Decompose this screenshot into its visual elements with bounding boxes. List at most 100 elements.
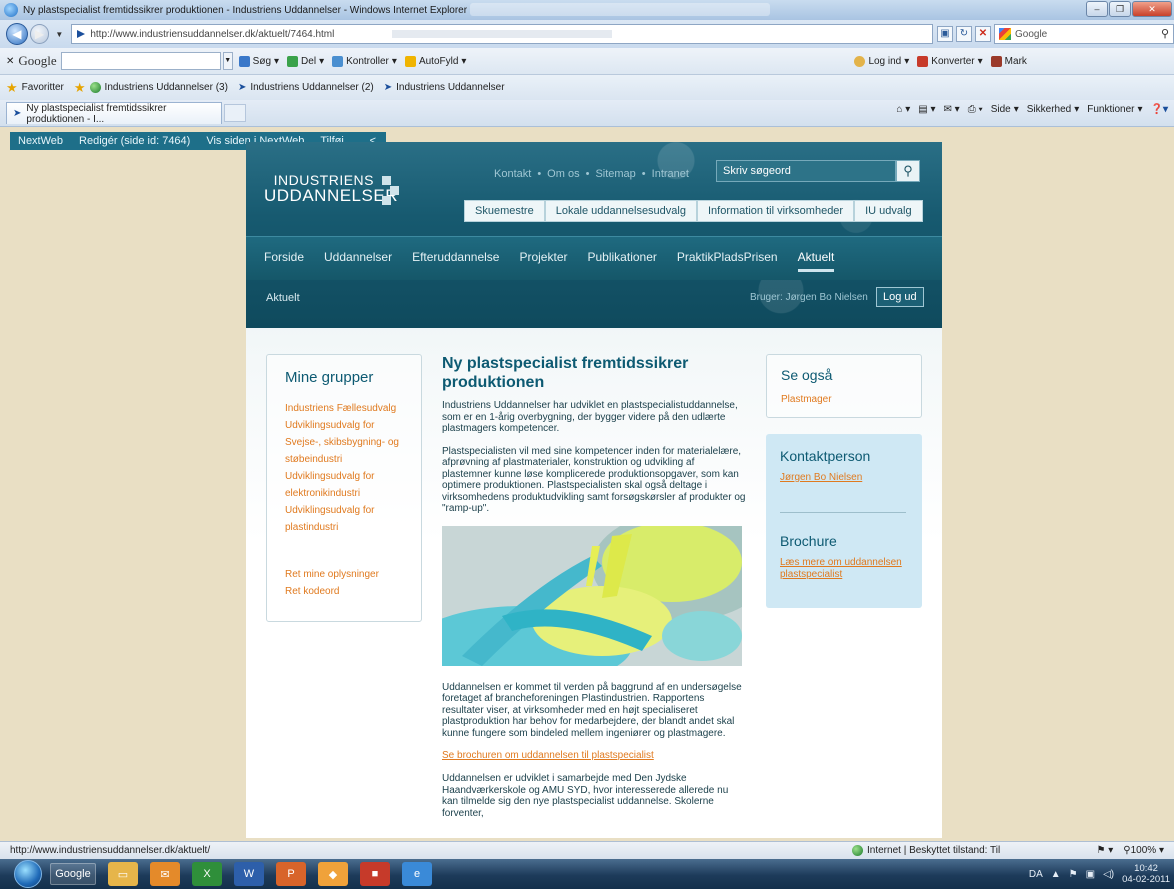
- flag-icon[interactable]: ⚑: [1069, 869, 1078, 880]
- close-toolbar-icon[interactable]: ✕: [6, 56, 14, 67]
- red-app-icon[interactable]: ■: [360, 862, 390, 886]
- nav-efteruddannelse[interactable]: Efteruddannelse: [412, 250, 499, 264]
- home-icon[interactable]: ⌂ ▾: [896, 104, 910, 115]
- group-link[interactable]: plastindustri: [285, 519, 421, 536]
- my-groups-box: Mine grupper Industriens Fællesudvalg Ud…: [266, 354, 422, 622]
- toplink-intranet[interactable]: Intranet: [652, 168, 689, 180]
- internet-explorer-icon[interactable]: e: [402, 862, 432, 886]
- group-link[interactable]: Udviklingsudvalg for: [285, 468, 421, 485]
- site-header: INDUSTRIENS UDDANNELSER Kontakt • Om os • …: [246, 142, 942, 328]
- pill-iu-committee[interactable]: IU udvalg: [854, 200, 923, 222]
- toolbar-item-mark[interactable]: Mark: [990, 55, 1027, 67]
- powerpoint-icon[interactable]: P: [276, 862, 306, 886]
- network-icon[interactable]: ▣: [1086, 869, 1095, 880]
- outlook-icon[interactable]: ✉: [150, 862, 180, 886]
- site-logo[interactable]: INDUSTRIENS UDDANNELSER: [264, 172, 399, 205]
- volume-icon[interactable]: ◁): [1103, 869, 1114, 880]
- pill-skuemestre[interactable]: Skuemestre: [464, 200, 545, 222]
- nav-projekter[interactable]: Projekter: [519, 250, 567, 264]
- show-hidden-icons-icon[interactable]: ▲: [1051, 869, 1061, 880]
- address-bar[interactable]: http://www.industriensuddannelser.dk/akt…: [71, 24, 933, 44]
- forward-button[interactable]: ▶: [29, 24, 50, 44]
- edit-password-link[interactable]: Ret kodeord: [285, 583, 421, 600]
- minimize-button[interactable]: –: [1086, 1, 1108, 17]
- new-tab-button[interactable]: [224, 104, 246, 122]
- group-link[interactable]: støbeindustri: [285, 451, 421, 468]
- nav-uddannelser[interactable]: Uddannelser: [324, 250, 392, 264]
- excel-icon[interactable]: X: [192, 862, 222, 886]
- taskbar-google-button[interactable]: Google: [50, 863, 96, 885]
- toolbar-item-share[interactable]: Del ▾: [287, 55, 324, 67]
- brochure-link[interactable]: Se brochuren om uddannelsen til plastspe…: [442, 750, 746, 761]
- feeds-icon[interactable]: ▤ ▾: [918, 104, 935, 115]
- history-dropdown-icon[interactable]: ▼: [55, 30, 63, 39]
- search-icon[interactable]: ⚲: [1161, 27, 1169, 40]
- back-button[interactable]: ◀: [6, 23, 28, 45]
- word-icon[interactable]: W: [234, 862, 264, 886]
- group-link[interactable]: Udviklingsudvalg for: [285, 417, 421, 434]
- page-arrow-icon: ➤: [237, 82, 247, 93]
- toolbar-item-convert[interactable]: Konverter ▾: [917, 55, 983, 67]
- tab-active[interactable]: ➤ Ny plastspecialist fremtidssikrer prod…: [6, 102, 222, 125]
- contact-person-link[interactable]: Jørgen Bo Nielsen: [780, 472, 908, 484]
- nextweb-edit-link[interactable]: Redigér (side id: 7464): [79, 135, 190, 147]
- nav-forside[interactable]: Forside: [264, 250, 304, 264]
- zoom-control[interactable]: ⚑ ▾ ⚲100% ▾: [1097, 845, 1164, 856]
- explorer-folder-icon[interactable]: ▭: [108, 862, 138, 886]
- maximize-button[interactable]: ❐: [1109, 1, 1131, 17]
- toolbar-item-login[interactable]: Log ind ▾: [854, 55, 909, 67]
- nav-publikationer[interactable]: Publikationer: [588, 250, 657, 264]
- toolbar-item-check[interactable]: Kontroller ▾: [332, 55, 397, 67]
- edit-profile-link[interactable]: Ret mine oplysninger: [285, 566, 421, 583]
- group-link[interactable]: Industriens Fællesudvalg: [285, 400, 421, 417]
- group-link[interactable]: Udviklingsudvalg for: [285, 502, 421, 519]
- article-paragraph: Uddannelsen er kommet til verden på bagg…: [442, 681, 742, 739]
- language-indicator[interactable]: DA: [1029, 869, 1043, 880]
- favorites-button[interactable]: ★ Favoritter: [6, 80, 64, 96]
- window-controls: – ❐ ✕: [1086, 1, 1172, 17]
- toolbar-item-autofill[interactable]: AutoFyld ▾: [404, 55, 466, 67]
- brochure-read-more-link[interactable]: Læs mere om uddannelsen plastspecialist: [780, 557, 908, 581]
- help-icon[interactable]: ❓▾: [1151, 104, 1168, 115]
- favorite-item-3[interactable]: ➤ Industriens Uddannelser: [384, 82, 505, 93]
- group-link[interactable]: Svejse-, skibsbygning- og: [285, 434, 421, 451]
- search-box[interactable]: Google ⚲: [994, 24, 1174, 44]
- breadcrumb[interactable]: Aktuelt: [266, 292, 300, 304]
- nav-praktikpladsprisen[interactable]: PraktikPladsPrisen: [677, 250, 778, 264]
- favorite-item-2[interactable]: ➤ Industriens Uddannelser (2): [238, 82, 374, 93]
- close-window-button[interactable]: ✕: [1132, 1, 1172, 17]
- nav-aktuelt[interactable]: Aktuelt: [797, 250, 834, 272]
- group-link[interactable]: elektronikindustri: [285, 485, 421, 502]
- pill-company-info[interactable]: Information til virksomheder: [696, 200, 855, 222]
- divider: [780, 512, 906, 513]
- clock[interactable]: 10:42 04-02-2011: [1122, 863, 1170, 885]
- contact-title: Kontaktperson: [780, 448, 871, 464]
- address-ghost: [392, 30, 613, 38]
- search-icon[interactable]: ⚲: [896, 160, 920, 182]
- refresh-icon[interactable]: ↻: [956, 26, 972, 42]
- print-icon[interactable]: ⎙ ▾: [968, 104, 983, 115]
- toolbar-item-search[interactable]: Søg ▾: [238, 55, 279, 67]
- toplink-sitemap[interactable]: Sitemap: [595, 168, 635, 180]
- google-dropdown-icon[interactable]: ▼: [222, 52, 233, 70]
- favorite-item-1[interactable]: ★ Industriens Uddannelser (3): [74, 80, 228, 96]
- menu-security[interactable]: Sikkerhed ▾: [1027, 104, 1080, 115]
- start-button[interactable]: [14, 860, 42, 888]
- menu-tools[interactable]: Funktioner ▾: [1087, 104, 1142, 115]
- mail-icon[interactable]: ✉ ▾: [944, 104, 960, 115]
- site-search-input[interactable]: Skriv søgeord: [716, 160, 896, 182]
- google-search-input[interactable]: [60, 52, 221, 70]
- nextweb-home-link[interactable]: NextWeb: [18, 135, 63, 147]
- stop-icon[interactable]: ✕: [975, 26, 991, 42]
- article: Ny plastspecialist fremtidssikrer produk…: [442, 354, 746, 830]
- logout-button[interactable]: Log ud: [876, 287, 924, 307]
- see-also-link[interactable]: Plastmager: [781, 391, 921, 408]
- toplink-about[interactable]: Om os: [547, 168, 579, 180]
- menu-side[interactable]: Side ▾: [991, 104, 1019, 115]
- security-zone[interactable]: Internet | Beskyttet tilstand: Til: [852, 845, 1000, 856]
- toplink-contact[interactable]: Kontakt: [494, 168, 531, 180]
- pill-local-committees[interactable]: Lokale uddannelsesudvalg: [544, 200, 697, 222]
- pdf-app-icon[interactable]: ◆: [318, 862, 348, 886]
- search-placeholder: Google: [1015, 28, 1048, 40]
- compatibility-icon[interactable]: ▣: [937, 26, 953, 42]
